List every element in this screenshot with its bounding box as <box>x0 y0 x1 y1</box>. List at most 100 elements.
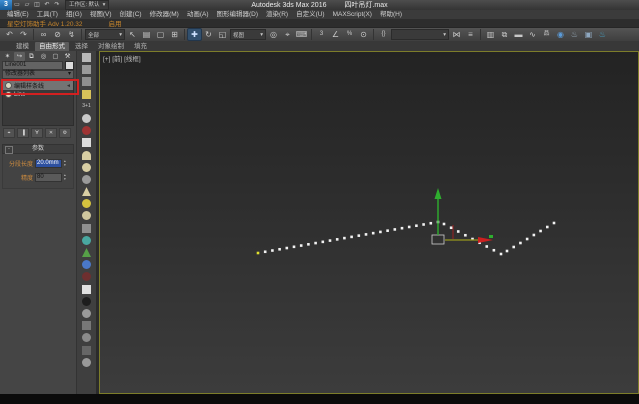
gizmo-plane-handle[interactable] <box>489 235 493 238</box>
show-end-result-button[interactable]: ▐ <box>17 128 29 138</box>
plugin-tool-icon[interactable] <box>82 199 91 209</box>
named-selection-dropdown[interactable]: ▾ <box>391 29 449 40</box>
mirror-icon[interactable]: ⋈ <box>450 29 463 40</box>
create-tab[interactable]: ✶ <box>2 52 13 61</box>
object-name-field[interactable]: Line001 <box>2 61 63 70</box>
ribbon-tab-4[interactable]: 填充 <box>130 42 151 51</box>
menu-item[interactable]: 图形编辑器(D) <box>213 10 263 19</box>
snap-toggle-3d-icon[interactable]: 3 <box>315 29 328 40</box>
gizmo-y-arrowhead[interactable] <box>434 188 442 199</box>
plugin-enable-link[interactable]: 启用 <box>83 18 122 28</box>
plugin-tool-icon[interactable] <box>82 65 91 75</box>
window-crossing-icon[interactable]: ⊞ <box>168 29 181 40</box>
plugin-tool-icon[interactable] <box>82 77 91 87</box>
spinner-down-icon[interactable]: ▾ <box>64 177 70 182</box>
spline-vertex[interactable] <box>393 228 397 231</box>
percent-snap-icon[interactable]: % <box>343 29 356 40</box>
menu-item[interactable]: 帮助(H) <box>376 10 406 19</box>
spline-vertex[interactable] <box>422 223 425 226</box>
viewport-canvas[interactable] <box>100 52 638 393</box>
spinner-snap-icon[interactable]: ⊙ <box>357 29 370 40</box>
plugin-tool-icon[interactable] <box>82 138 91 148</box>
angle-snap-icon[interactable]: ∠ <box>329 29 342 40</box>
ribbon-tab-0[interactable]: 建模 <box>12 42 33 51</box>
plugin-tool-icon[interactable] <box>82 284 91 294</box>
spline-vertex[interactable] <box>449 226 453 230</box>
gizmo-center-box[interactable] <box>431 234 445 245</box>
select-and-scale-icon[interactable]: ◱ <box>216 29 229 40</box>
modify-tab[interactable]: ↪ <box>14 51 25 61</box>
spline-vertex[interactable] <box>539 229 542 233</box>
parameter-value-field[interactable]: 80 <box>35 173 62 182</box>
spline-vertex[interactable] <box>335 238 339 241</box>
plugin-tool-icon[interactable] <box>82 321 91 331</box>
ribbon-tab-2[interactable]: 选择 <box>71 42 92 51</box>
new-scene-button[interactable]: ▭ <box>12 1 22 10</box>
spline-vertex[interactable] <box>321 240 325 244</box>
scene-explorer-icon[interactable]: ▥ <box>484 29 497 40</box>
spline-vertex[interactable] <box>415 224 418 228</box>
spline-vertex[interactable] <box>499 252 503 256</box>
collapse-icon[interactable]: - <box>5 146 13 154</box>
spline-vertex[interactable] <box>519 241 522 245</box>
redo-icon[interactable]: ↷ <box>17 29 30 40</box>
spline-vertex[interactable] <box>532 233 536 237</box>
plugin-tool-icon[interactable] <box>82 174 91 184</box>
spinner-control[interactable]: ▴ ▾ <box>64 159 70 168</box>
motion-tab[interactable]: ◎ <box>38 52 49 61</box>
plugin-tool-icon[interactable] <box>82 223 91 233</box>
spinner-down-icon[interactable]: ▾ <box>64 163 70 168</box>
keyboard-shortcut-override-icon[interactable]: ⌨ <box>295 29 308 40</box>
spline-vertex[interactable] <box>492 248 496 252</box>
reference-coordinate-dropdown[interactable]: 视图 ▾ <box>230 29 266 40</box>
spline-vertex[interactable] <box>278 247 281 251</box>
spline-vertex[interactable] <box>328 239 332 242</box>
spline-vertex[interactable] <box>357 234 361 237</box>
pin-stack-button[interactable]: ⌖ <box>3 128 15 138</box>
menu-item[interactable]: 渲染(R) <box>262 10 292 19</box>
parameter-value-field[interactable]: 20.0mm <box>35 159 62 168</box>
viewport-front[interactable]: [+] [前] [线框] <box>99 51 639 394</box>
spline-vertex[interactable] <box>379 230 382 234</box>
spline-vertex[interactable] <box>292 245 296 249</box>
spline-vertex[interactable] <box>271 249 274 252</box>
plugin-tool-icon[interactable] <box>82 89 91 99</box>
spline-vertex[interactable] <box>263 250 267 254</box>
edit-named-sets-icon[interactable]: {} <box>377 29 390 40</box>
menu-item[interactable]: MAXScript(X) <box>329 10 376 19</box>
plugin-tool-icon[interactable] <box>82 345 91 355</box>
spline-vertex[interactable] <box>307 243 310 246</box>
undo-icon[interactable]: ↶ <box>3 29 16 40</box>
spline-vertex[interactable] <box>343 236 346 240</box>
spline-vertex[interactable] <box>545 225 549 229</box>
use-pivot-center-icon[interactable]: ◎ <box>267 29 280 40</box>
select-by-name-icon[interactable]: ▤ <box>140 29 153 40</box>
plugin-tool-icon[interactable] <box>82 260 91 270</box>
object-color-swatch[interactable] <box>65 61 74 70</box>
spline-vertex[interactable] <box>429 221 433 225</box>
spline-vertex[interactable] <box>407 225 411 229</box>
material-editor-icon[interactable]: ◉ <box>554 29 567 40</box>
plugin-tool-icon[interactable] <box>82 187 91 197</box>
spline-vertex[interactable] <box>285 246 289 250</box>
app-logo-icon[interactable]: 3 <box>0 0 12 10</box>
selection-filter-dropdown[interactable]: 全部 ▾ <box>85 29 125 40</box>
lightbulb-icon[interactable] <box>5 82 12 89</box>
plugin-tool-icon[interactable] <box>82 308 91 318</box>
spline-vertex[interactable] <box>464 233 467 237</box>
utilities-tab[interactable]: ⚒ <box>62 52 73 61</box>
plugin-tool-icon[interactable] <box>82 272 91 282</box>
ribbon-toggle-icon[interactable]: ▬ <box>512 29 525 40</box>
spline-vertex[interactable] <box>442 222 446 226</box>
workspace-dropdown[interactable]: 工作区: 默认 ▾ <box>65 0 110 10</box>
select-and-manipulate-icon[interactable]: ⌖ <box>281 29 294 40</box>
render-setup-icon[interactable]: ♨ <box>568 29 581 40</box>
spline-vertex[interactable] <box>505 249 509 253</box>
modifier-list-dropdown[interactable]: 修改器列表 ▾ <box>2 70 74 79</box>
layer-manager-icon[interactable]: ⧉ <box>498 29 511 40</box>
plugin-tool-icon[interactable] <box>82 357 91 367</box>
redo-button[interactable]: ↷ <box>52 1 62 10</box>
menu-item[interactable]: 自定义(U) <box>292 10 329 19</box>
spline-vertex[interactable] <box>525 237 529 241</box>
rect-selection-region-icon[interactable]: ▢ <box>154 29 167 40</box>
